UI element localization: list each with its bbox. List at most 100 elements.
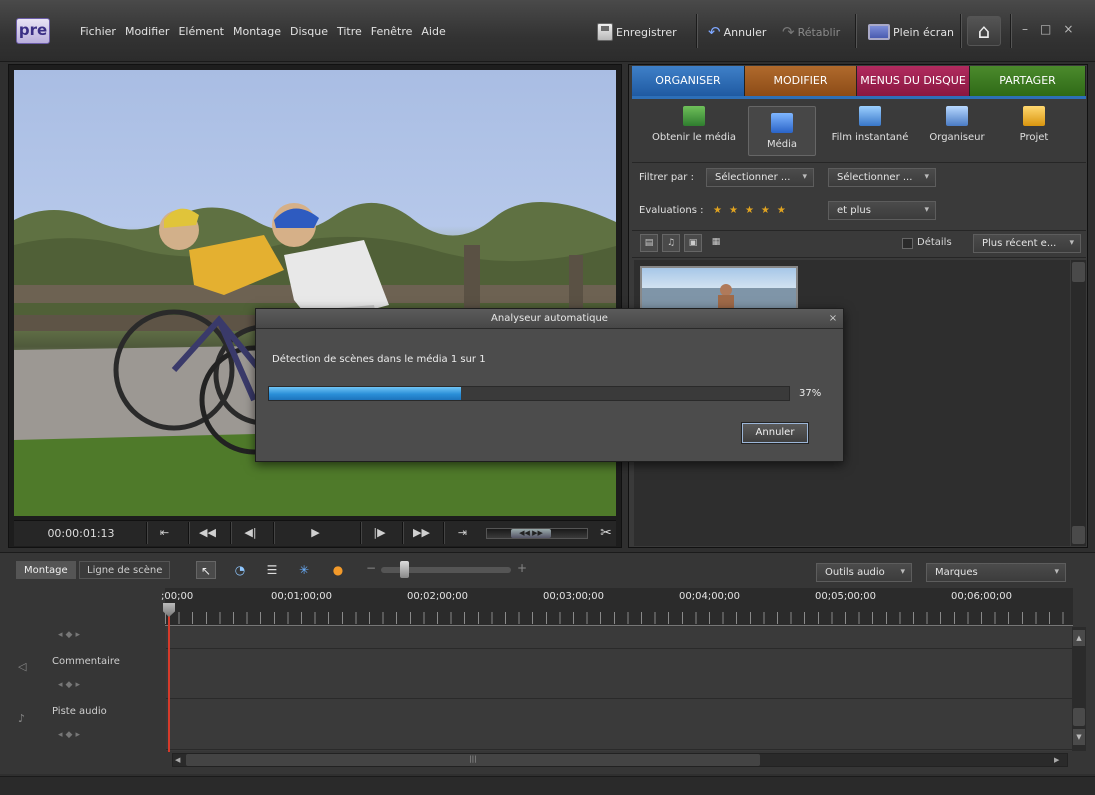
scroll-up-icon[interactable]: ▲: [1073, 630, 1085, 646]
ratings-dropdown[interactable]: et plus: [828, 201, 936, 220]
scrollbar-end[interactable]: [1072, 526, 1085, 544]
sort-dropdown[interactable]: Plus récent e...: [973, 234, 1081, 253]
details-checkbox[interactable]: [902, 238, 913, 249]
properties-icon[interactable]: ☰: [262, 561, 282, 579]
media-button[interactable]: Média: [748, 106, 816, 156]
get-media-button[interactable]: Obtenir le média: [646, 106, 742, 156]
marker-icon[interactable]: ●: [328, 561, 348, 579]
star-icon[interactable]: ★: [713, 205, 729, 216]
window-controls: – □ ×: [1022, 22, 1073, 36]
step-back-button[interactable]: ◀|: [230, 522, 270, 544]
dialog-title[interactable]: Analyseur automatique: [256, 309, 843, 329]
step-forward-button[interactable]: |▶: [360, 522, 398, 544]
smart-fix-icon[interactable]: ✳: [294, 561, 314, 579]
menu-fenetre[interactable]: Fenêtre: [371, 25, 413, 41]
go-to-end-button[interactable]: ⇥: [443, 522, 481, 544]
home-button[interactable]: ⌂: [967, 16, 1001, 46]
undo-button[interactable]: ↶ Annuler: [708, 22, 766, 42]
scroll-down-icon[interactable]: ▼: [1073, 729, 1085, 745]
split-clip-button[interactable]: ✂: [596, 522, 616, 544]
star-icon[interactable]: ★: [729, 205, 745, 216]
keyframe-nav[interactable]: ◂◆▸: [58, 680, 83, 690]
menu-aide[interactable]: Aide: [421, 25, 445, 41]
media-scrollbar[interactable]: [1071, 260, 1086, 546]
menu-disque[interactable]: Disque: [290, 25, 328, 41]
audio-filter-button[interactable]: ♫: [662, 234, 680, 252]
maximize-icon[interactable]: □: [1040, 22, 1051, 36]
shuttle-knob[interactable]: ◀◀ ▶▶: [511, 529, 551, 538]
details-label: Détails: [917, 237, 952, 248]
scroll-left-icon[interactable]: ◀: [175, 755, 185, 765]
tab-montage[interactable]: Montage: [16, 561, 76, 579]
image-filter-button[interactable]: ▣: [684, 234, 702, 252]
close-icon[interactable]: ×: [1063, 22, 1073, 36]
redo-button[interactable]: ↷ Rétablir: [782, 22, 840, 42]
selection-tool-icon[interactable]: ↖: [196, 561, 216, 579]
ruler-label: 00;01;00;00: [271, 591, 333, 602]
track-label-commentaire: Commentaire: [52, 656, 120, 667]
zoom-slider-knob[interactable]: [400, 561, 409, 578]
grid-view-button[interactable]: ▦: [707, 234, 725, 252]
speaker-icon[interactable]: ◁: [18, 660, 26, 673]
star-icon[interactable]: ★: [777, 205, 793, 216]
keyframe-nav[interactable]: ◂◆▸: [58, 630, 83, 640]
go-to-end-icon: ⇥: [457, 526, 468, 539]
video-filter-button[interactable]: ▤: [640, 234, 658, 252]
organizer-button[interactable]: Organiseur: [922, 106, 992, 156]
play-button[interactable]: ▶: [273, 522, 357, 544]
tab-modifier[interactable]: MODIFIER: [745, 66, 857, 96]
tab-menus-du-disque[interactable]: MENUS DU DISQUE: [857, 66, 970, 96]
track-area[interactable]: [166, 627, 1072, 751]
minimize-icon[interactable]: –: [1022, 22, 1028, 36]
track-divider: [166, 698, 1072, 699]
tab-organiser[interactable]: ORGANISER: [632, 66, 745, 96]
project-button[interactable]: Projet: [1006, 106, 1062, 156]
home-icon: ⌂: [977, 19, 991, 43]
timecode-display[interactable]: 00:00:01:13: [22, 525, 140, 543]
tab-ligne-de-scene[interactable]: Ligne de scène: [79, 561, 171, 579]
ratings-label: Evaluations :: [639, 205, 704, 216]
toolbar-separator: [855, 14, 856, 48]
zoom-in-icon[interactable]: +: [517, 561, 527, 575]
menu-titre[interactable]: Titre: [337, 25, 362, 41]
organizer-icon: [946, 106, 968, 126]
zoom-out-icon[interactable]: −: [366, 561, 376, 575]
filter-dropdown-2[interactable]: Sélectionner ...: [828, 168, 936, 187]
scrollbar-thumb[interactable]: [1072, 262, 1085, 282]
cancel-button[interactable]: Annuler: [741, 422, 809, 444]
dialog-close-icon[interactable]: ×: [826, 311, 840, 327]
time-stretch-icon[interactable]: ◔: [230, 561, 250, 579]
menu-modifier[interactable]: Modifier: [125, 25, 169, 41]
markers-dropdown[interactable]: Marques: [926, 563, 1066, 582]
audio-tools-dropdown[interactable]: Outils audio: [816, 563, 912, 582]
playhead-line[interactable]: [168, 606, 170, 752]
scroll-right-icon[interactable]: ▶: [1054, 755, 1064, 765]
fast-forward-button[interactable]: ▶▶: [402, 522, 440, 544]
rewind-button[interactable]: ◀◀: [188, 522, 226, 544]
save-button[interactable]: Enregistrer: [597, 22, 677, 42]
keyframe-nav[interactable]: ◂◆▸: [58, 730, 83, 740]
tab-partager[interactable]: PARTAGER: [970, 66, 1086, 96]
play-icon: ▶: [311, 526, 320, 539]
audio-track-icon[interactable]: ♪: [18, 712, 25, 725]
menu-montage[interactable]: Montage: [233, 25, 281, 41]
menu-bar: Fichier Modifier Elément Montage Disque …: [80, 25, 446, 41]
scrollbar-thumb[interactable]: [1073, 708, 1085, 726]
fullscreen-button[interactable]: Plein écran: [868, 22, 954, 42]
instant-movie-button[interactable]: Film instantané: [826, 106, 914, 156]
scrollbar-thumb[interactable]: |||: [186, 754, 760, 766]
star-icon[interactable]: ★: [761, 205, 777, 216]
grid-icon: ▦: [711, 237, 721, 247]
star-icon[interactable]: ★: [745, 205, 761, 216]
media-thumbnail[interactable]: [640, 266, 798, 312]
menu-fichier[interactable]: Fichier: [80, 25, 116, 41]
undo-icon: ↶: [708, 23, 721, 41]
film-strip-icon: ▤: [644, 238, 654, 248]
go-to-start-button[interactable]: ⇤: [146, 522, 182, 544]
filter-label: Filtrer par :: [639, 172, 694, 183]
rating-stars[interactable]: ★★★★★: [713, 205, 793, 216]
ruler-label: 00;06;00;00: [951, 591, 1013, 602]
menu-element[interactable]: Elément: [178, 25, 224, 41]
ruler-label: 00;03;00;00: [543, 591, 605, 602]
filter-dropdown-1[interactable]: Sélectionner ...: [706, 168, 814, 187]
